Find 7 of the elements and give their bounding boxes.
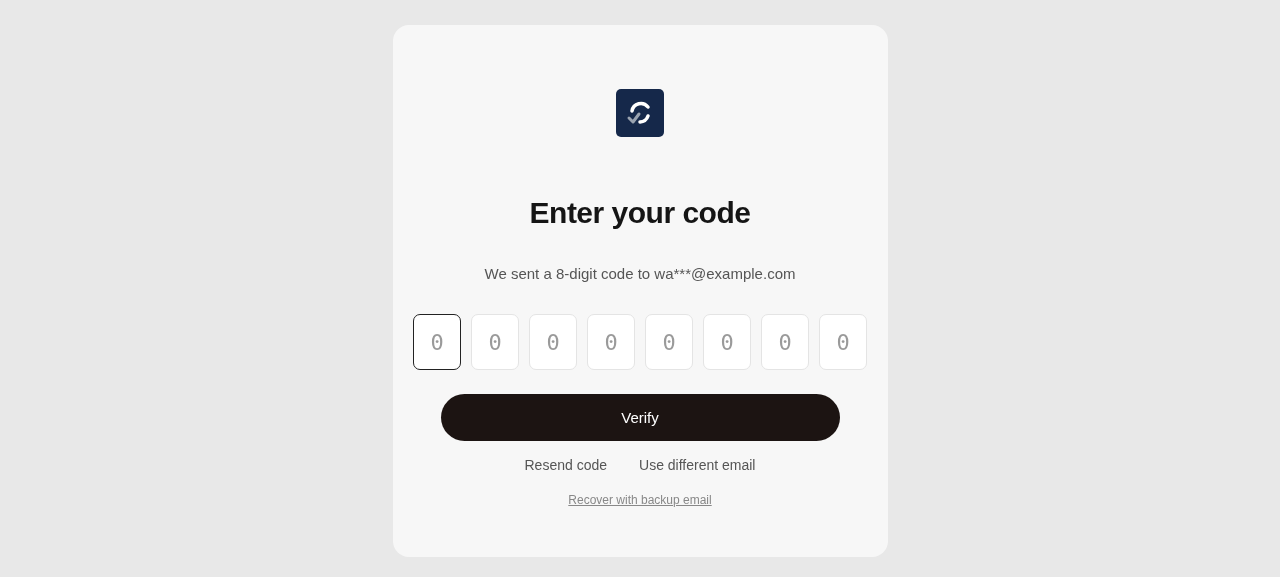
page-title: Enter your code: [529, 195, 751, 231]
verify-button[interactable]: Verify: [440, 394, 840, 441]
instruction-text: We sent a 8-digit code to wa***@example.com: [484, 265, 796, 283]
logo-icon: [616, 89, 664, 137]
digit-field[interactable]: 0: [413, 314, 461, 370]
text-link[interactable]: Use different email: [639, 457, 756, 473]
text-link[interactable]: Resend code: [524, 457, 607, 473]
